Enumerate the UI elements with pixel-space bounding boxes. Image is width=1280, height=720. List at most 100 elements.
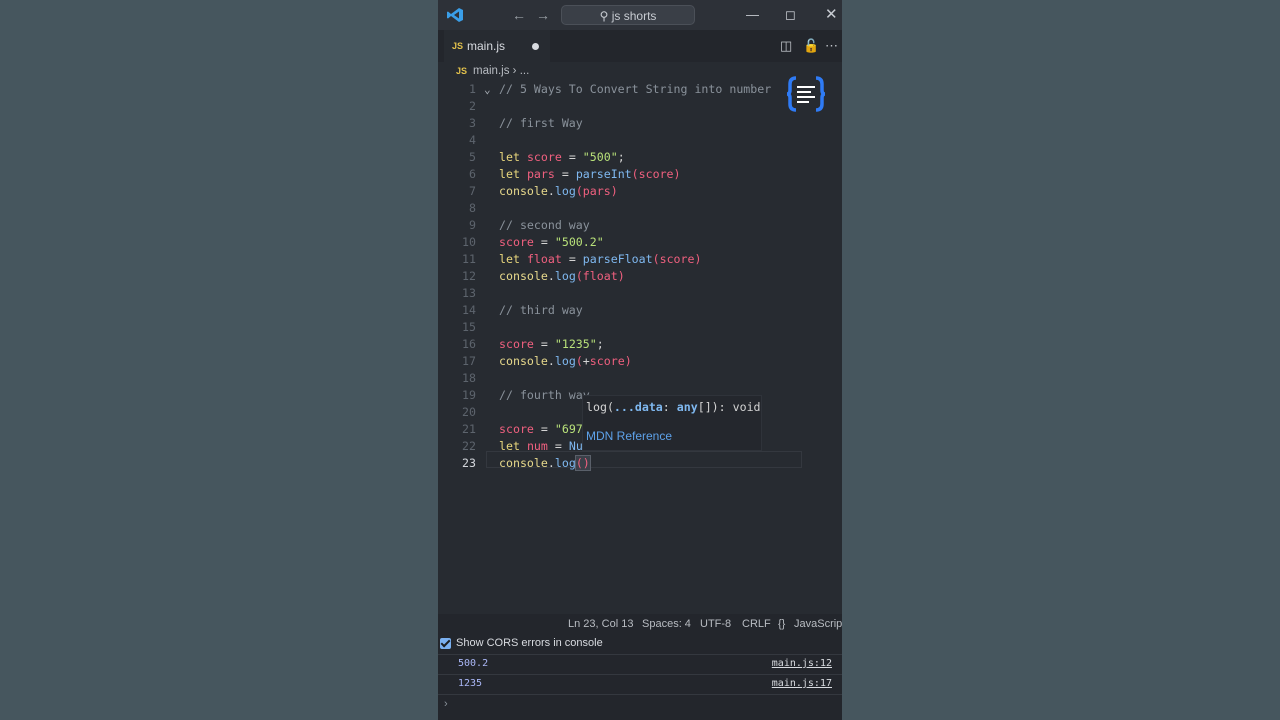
console-panel: Show CORS errors in console 500.2 main.j…: [438, 634, 842, 720]
line-number: 1: [469, 82, 476, 96]
code-line: 14 // third way: [438, 302, 842, 319]
code-line: 13: [438, 285, 842, 302]
end-of-line[interactable]: CRLF: [742, 618, 771, 630]
command-center-search[interactable]: ⚲ js shorts: [561, 5, 695, 25]
cursor-position[interactable]: Ln 23, Col 13: [568, 618, 633, 630]
line-number: 4: [469, 133, 476, 147]
code-line: 2: [438, 98, 842, 115]
unsaved-dot-icon[interactable]: [532, 43, 539, 50]
line-number: 5: [469, 150, 476, 164]
code-line: 5 let score = "500";: [438, 149, 842, 166]
line-number: 16: [462, 337, 476, 351]
language-mode[interactable]: JavaScript: [794, 618, 842, 630]
encoding[interactable]: UTF-8: [700, 618, 731, 630]
tab-main-js[interactable]: JS main.js: [444, 30, 550, 62]
divider: [438, 674, 842, 675]
code-text: console.log(+score): [499, 354, 632, 368]
code-text: let pars = parseInt(score): [499, 167, 681, 181]
code-comment: // third way: [499, 303, 583, 317]
line-number: 18: [462, 371, 476, 385]
code-line: 6 let pars = parseInt(score): [438, 166, 842, 183]
arrow-right-icon[interactable]: →: [536, 6, 550, 24]
breadcrumb-symbols[interactable]: ...: [520, 65, 530, 77]
divider: [438, 694, 842, 695]
line-number: 17: [462, 354, 476, 368]
checkbox[interactable]: [440, 638, 451, 649]
line-number: 3: [469, 116, 476, 130]
code-text: console.log(float): [499, 269, 625, 283]
close-icon[interactable]: ✕: [825, 5, 838, 25]
log-source-link[interactable]: main.js:17: [772, 678, 832, 689]
more-actions-icon[interactable]: ⋯: [825, 38, 838, 54]
code-line: 8: [438, 200, 842, 217]
title-bar: ← → ⚲ js shorts — ◻ ✕: [438, 0, 842, 30]
signature: log(...data: any[]): void: [586, 400, 761, 414]
cors-label: Show CORS errors in console: [456, 637, 603, 649]
line-number: 2: [469, 99, 476, 113]
code-text: console.log(pars): [499, 184, 618, 198]
breadcrumb-file[interactable]: main.js: [473, 65, 509, 77]
line-number: 11: [462, 252, 476, 266]
arrow-left-icon[interactable]: ←: [512, 6, 526, 24]
code-line: 3 // first Way: [438, 115, 842, 132]
code-line: 11 let float = parseFloat(score): [438, 251, 842, 268]
search-label: js shorts: [611, 9, 657, 23]
code-text: score = "697: [499, 422, 583, 436]
code-line: 4: [438, 132, 842, 149]
log-source-link[interactable]: main.js:12: [772, 658, 832, 669]
line-number: 23: [462, 456, 476, 470]
mdn-reference-link[interactable]: MDN Reference: [586, 429, 672, 443]
search-icon: ⚲: [599, 9, 609, 23]
code-text: score = "1235";: [499, 337, 604, 351]
braces-icon: {}: [778, 618, 786, 630]
vscode-logo-icon: [447, 8, 463, 22]
code-text: console.log(): [499, 455, 591, 471]
code-line: 12 console.log(float): [438, 268, 842, 285]
matched-paren: (): [574, 455, 591, 471]
code-line: 17 console.log(+score): [438, 353, 842, 370]
divider: [438, 654, 842, 655]
code-text: score = "500.2": [499, 235, 604, 249]
console-log-row: 500.2 main.js:12: [438, 656, 842, 674]
line-number: 6: [469, 167, 476, 181]
console-prompt-icon[interactable]: ›: [444, 698, 448, 710]
line-number: 9: [469, 218, 476, 232]
tab-bar: JS main.js ◫ 🔓 ⋯: [438, 30, 842, 62]
line-number: 7: [469, 184, 476, 198]
chevron-right-icon: ›: [512, 65, 517, 77]
line-number: 22: [462, 439, 476, 453]
code-line: 18: [438, 370, 842, 387]
js-file-icon: JS: [452, 41, 464, 51]
code-line: 16 score = "1235";: [438, 336, 842, 353]
code-line: 7 console.log(pars): [438, 183, 842, 200]
log-value: 500.2: [458, 658, 489, 669]
minimize-icon[interactable]: —: [746, 5, 759, 25]
code-comment: // 5 Ways To Convert String into number: [499, 82, 772, 96]
line-number: 14: [462, 303, 476, 317]
code-text: let score = "500";: [499, 150, 625, 164]
code-comment: // second way: [499, 218, 590, 232]
chevron-down-icon[interactable]: ⌄: [484, 81, 491, 98]
split-editor-icon[interactable]: ◫: [780, 38, 792, 54]
lock-icon[interactable]: 🔓: [803, 38, 819, 54]
line-number: 21: [462, 422, 476, 436]
code-line: 1 ⌄ // 5 Ways To Convert String into numbe…: [438, 81, 842, 98]
log-value: 1235: [458, 678, 483, 689]
line-number: 15: [462, 320, 476, 334]
maximize-icon[interactable]: ◻: [785, 5, 796, 25]
line-number: 10: [462, 235, 476, 249]
hover-tooltip: log(...data: any[]): void MDN Reference: [582, 395, 762, 451]
line-number: 12: [462, 269, 476, 283]
code-line: 23 console.log(): [438, 455, 842, 472]
line-number: 20: [462, 405, 476, 419]
code-text: let float = parseFloat(score): [499, 252, 702, 266]
code-line: 9 // second way: [438, 217, 842, 234]
code-comment: // fourth way: [499, 388, 590, 402]
indentation[interactable]: Spaces: 4: [642, 618, 691, 630]
breadcrumb: JS main.js › ...: [456, 65, 529, 81]
code-line: 10 score = "500.2": [438, 234, 842, 251]
console-log-row: 1235 main.js:17: [438, 676, 842, 694]
code-text: let num = Nu: [499, 439, 583, 453]
code-line: 15: [438, 319, 842, 336]
code-comment: // first Way: [499, 116, 583, 130]
